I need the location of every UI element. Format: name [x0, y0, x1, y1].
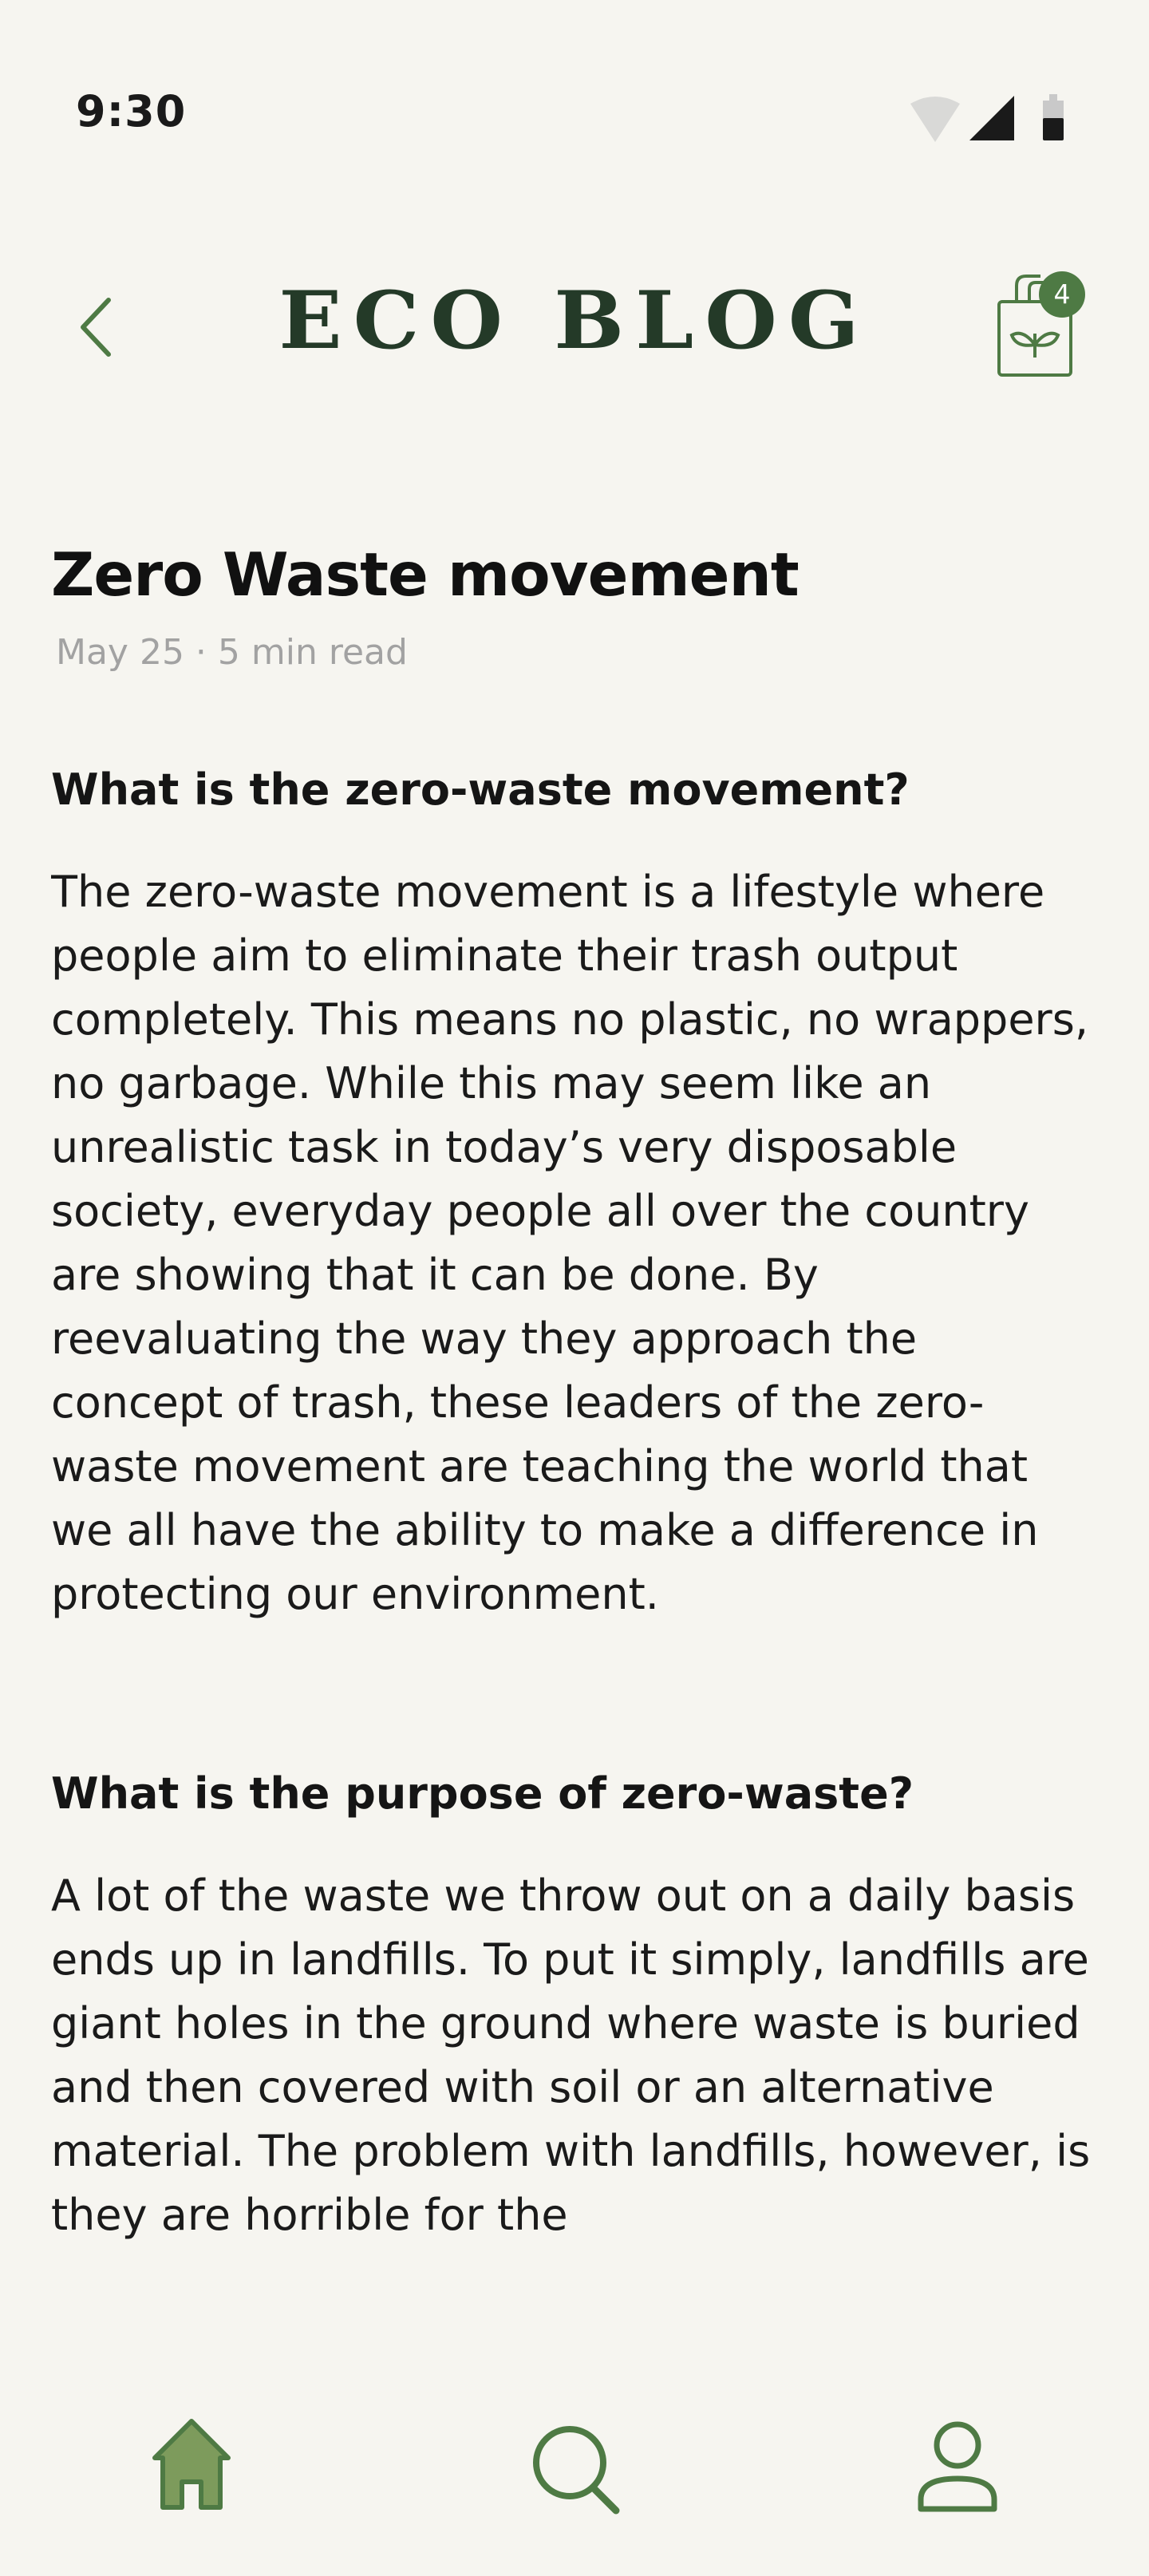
bottom-nav	[0, 2346, 1149, 2576]
home-icon	[152, 2419, 231, 2510]
article-meta: May 25 · 5 min read	[56, 632, 408, 673]
wifi-icon	[910, 97, 960, 142]
brand-title: ECO BLOG	[278, 274, 871, 367]
search-icon	[533, 2426, 620, 2515]
status-bar: 9:30	[0, 0, 1149, 168]
battery-icon	[1043, 94, 1064, 140]
app-header: ECO BLOG 4	[0, 255, 1149, 391]
nav-profile-button[interactable]	[902, 2413, 1013, 2525]
section-body: The zero-waste movement is a lifestyle w…	[51, 867, 1089, 1619]
article: Zero Waste movement May 25 · 5 min read …	[51, 527, 1098, 2314]
section-body: A lot of the waste we throw out on a dai…	[51, 1871, 1091, 2240]
section-heading: What is the zero-waste movement?	[51, 765, 910, 815]
section-heading: What is the purpose of zero-waste?	[51, 1768, 914, 1819]
nav-search-button[interactable]	[519, 2413, 630, 2525]
scroll-fade	[0, 2298, 1149, 2330]
nav-home-button[interactable]	[136, 2413, 247, 2525]
cart-count-badge: 4	[1039, 271, 1085, 318]
cellular-signal-icon	[969, 96, 1014, 140]
status-icons	[906, 94, 1073, 150]
eco-bag-button[interactable]: 4	[993, 270, 1088, 380]
status-time: 9:30	[76, 86, 187, 136]
article-title: Zero Waste movement	[51, 539, 800, 610]
profile-icon	[918, 2421, 997, 2512]
